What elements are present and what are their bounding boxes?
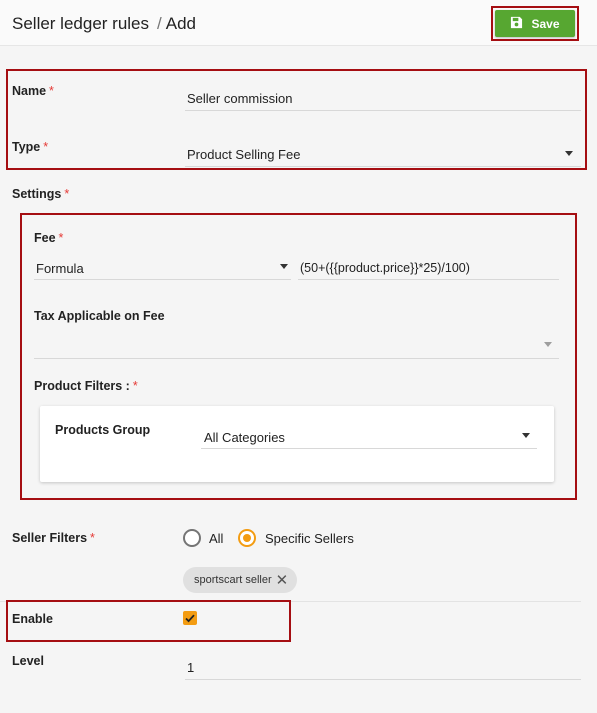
products-group-select[interactable]: All Categories [204,430,285,445]
type-select[interactable]: Product Selling Fee [187,147,300,162]
products-group-underline [201,448,537,449]
fee-label: Fee * [34,231,64,245]
radio-specific-sellers-label[interactable]: Specific Sellers [265,531,354,546]
seller-filters-label: Seller Filters * [12,531,95,545]
breadcrumb-separator: / [157,14,162,33]
tax-label: Tax Applicable on Fee [34,309,165,323]
seller-chip-label: sportscart seller [194,574,272,586]
fee-method-select[interactable]: Formula [36,261,84,276]
level-input[interactable]: 1 [187,660,194,675]
products-group-label: Products Group [55,423,151,437]
caret-down-icon[interactable] [522,433,530,438]
fee-method-underline [34,279,291,280]
caret-down-icon[interactable] [565,151,573,156]
floppy-disk-icon [510,16,523,32]
name-label: Name * [12,84,54,98]
page-title: Seller ledger rules / Add [12,14,196,34]
enable-checkbox[interactable] [183,611,197,625]
type-label: Type * [12,140,49,154]
check-icon [185,614,195,623]
close-icon[interactable]: ✕ [276,573,289,588]
breadcrumb-root[interactable]: Seller ledger rules [12,14,149,33]
radio-all-label[interactable]: All [209,531,223,546]
section-divider [0,601,581,602]
tax-select-underline [34,358,559,359]
caret-down-icon[interactable] [280,264,288,269]
level-input-underline [185,679,581,680]
name-input[interactable]: Seller commission [187,91,292,106]
enable-label: Enable [12,612,53,626]
product-filters-label: Product Filters : * [34,379,138,393]
caret-down-icon[interactable] [544,342,552,347]
save-button[interactable]: Save [495,10,575,37]
products-group-card [40,406,554,482]
type-select-underline [185,166,581,167]
level-label: Level [12,654,44,668]
seller-chip: sportscart seller ✕ [183,567,298,593]
radio-specific-sellers[interactable] [238,529,256,547]
save-button-label: Save [531,16,560,31]
fee-formula-underline [298,279,559,280]
radio-all[interactable] [183,529,201,547]
name-input-underline [185,110,581,111]
settings-label: Settings * [12,187,70,201]
breadcrumb-current: Add [165,14,196,33]
fee-formula-input[interactable]: (50+({{product.price}}*25)/100) [300,261,470,275]
